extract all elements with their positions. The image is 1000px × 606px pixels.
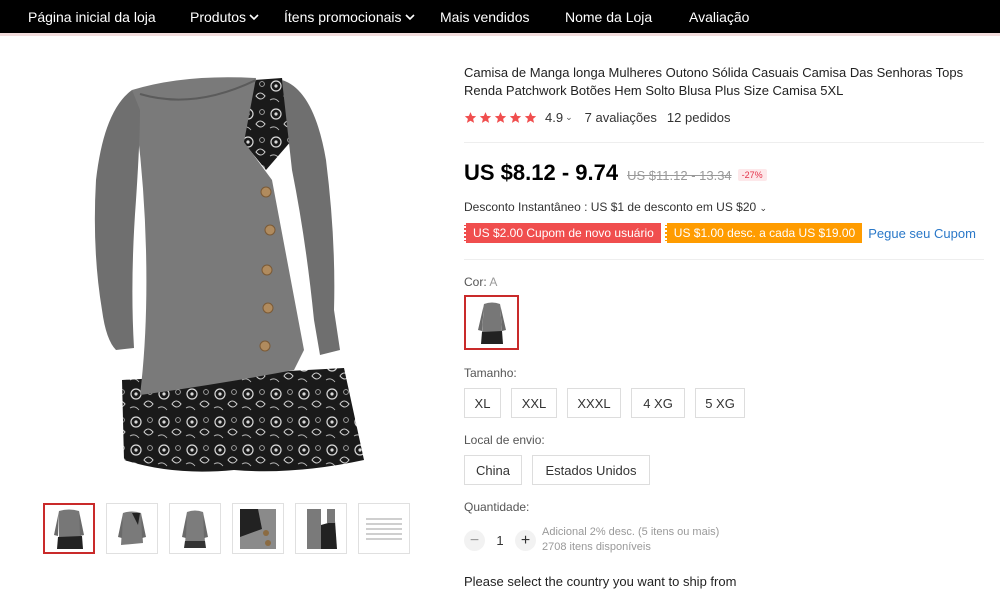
nav-reviews[interactable]: Avaliação (689, 9, 749, 25)
main-product-image[interactable] (44, 50, 404, 490)
ship-from-label: Local de envio: (464, 433, 545, 447)
thumbnail-4[interactable] (232, 503, 284, 554)
nav-promotions[interactable]: Ítens promocionais (284, 9, 415, 25)
thumbnail-strip (43, 503, 410, 554)
thumbnail-6[interactable] (358, 503, 410, 554)
ship-from-options: China Estados Unidos (464, 455, 650, 485)
size-options: XL XXL XXXL 4 XG 5 XG (464, 388, 745, 418)
divider (464, 259, 984, 260)
color-label-text: Cor: (464, 275, 487, 289)
star-icon (524, 112, 537, 123)
nav-store-home[interactable]: Página inicial da loja (28, 9, 156, 25)
bulk-discount-text: Adicional 2% desc. (5 itens ou mais) (542, 526, 720, 538)
thumbnail-1[interactable] (43, 503, 95, 554)
nav-store-name-label: Nome da Loja (565, 9, 653, 25)
rating-stars (464, 111, 537, 124)
nav-best-sellers[interactable]: Mais vendidos (440, 9, 530, 25)
size-option-5xg[interactable]: 5 XG (695, 388, 745, 418)
quantity-input[interactable]: 1 (485, 533, 515, 548)
stock-available-text: 2708 itens disponíveis (542, 541, 651, 553)
coupon-row: US $2.00 Cupom de novo usuário US $1.00 … (464, 223, 976, 243)
chevron-down-icon: ⌄ (759, 203, 768, 213)
orders-count: 12 pedidos (666, 110, 731, 125)
nav-store-home-label: Página inicial da loja (28, 9, 156, 25)
instant-discount-text: Desconto Instantâneo : US $1 de desconto… (464, 200, 757, 214)
divider (464, 142, 984, 143)
color-label: Cor: A (464, 275, 497, 289)
quantity-decrease-button[interactable]: − (464, 529, 485, 551)
thumbnail-5[interactable] (295, 503, 347, 554)
quantity-info: Adicional 2% desc. (5 itens ou mais) 270… (542, 525, 719, 555)
ship-from-china[interactable]: China (464, 455, 522, 485)
size-label: Tamanho: (464, 366, 517, 380)
price-row: US $8.12 - 9.74 US $11.12 - 13.34 -27% (464, 160, 767, 186)
size-option-xl[interactable]: XL (464, 388, 501, 418)
size-option-4xg[interactable]: 4 XG (631, 388, 685, 418)
color-value: A (489, 275, 498, 289)
chevron-down-icon (404, 13, 415, 21)
original-price: US $11.12 - 13.34 (627, 168, 732, 183)
ship-from-united-states[interactable]: Estados Unidos (532, 455, 650, 485)
size-option-xxl[interactable]: XXL (511, 388, 557, 418)
nav-reviews-label: Avaliação (689, 9, 750, 25)
star-icon (494, 112, 507, 123)
get-coupon-link[interactable]: Pegue seu Cupom (868, 226, 976, 241)
nav-promotions-label: Ítens promocionais (284, 9, 402, 25)
thumbnail-3[interactable] (169, 503, 221, 554)
rating-value[interactable]: 4.9 (545, 110, 563, 125)
nav-products-label: Produtos (190, 9, 247, 25)
quantity-increase-button[interactable]: + (515, 529, 536, 551)
discount-badge: -27% (737, 169, 767, 181)
rating-row: 4.9 ⌄ 7 avaliações 12 pedidos (464, 110, 731, 125)
instant-discount[interactable]: Desconto Instantâneo : US $1 de desconto… (464, 200, 767, 214)
quantity-stepper: − 1 + Adicional 2% desc. (5 itens ou mai… (464, 525, 719, 555)
nav-best-sellers-label: Mais vendidos (440, 9, 530, 25)
product-title: Camisa de Manga longa Mulheres Outono Só… (464, 65, 964, 98)
star-icon (509, 112, 522, 123)
chevron-down-icon (249, 13, 259, 21)
shipping-message: Please select the country you want to sh… (464, 574, 737, 589)
store-nav-bar: Página inicial da loja Produtos Ítens pr… (0, 0, 1000, 36)
current-price: US $8.12 - 9.74 (464, 160, 619, 185)
star-icon (464, 112, 477, 123)
color-swatch-a[interactable] (464, 295, 519, 350)
thumbnail-2[interactable] (106, 503, 158, 554)
nav-products[interactable]: Produtos (190, 9, 259, 25)
store-coupon[interactable]: US $1.00 desc. a cada US $19.00 (664, 223, 863, 243)
new-user-coupon[interactable]: US $2.00 Cupom de novo usuário (464, 223, 661, 243)
nav-store-name[interactable]: Nome da Loja (565, 9, 652, 25)
reviews-count[interactable]: 7 avaliações (585, 110, 657, 125)
size-option-xxxl[interactable]: XXXL (567, 388, 621, 418)
quantity-label: Quantidade: (464, 500, 530, 514)
star-icon (479, 112, 492, 123)
chevron-down-icon[interactable]: ⌄ (565, 112, 573, 123)
